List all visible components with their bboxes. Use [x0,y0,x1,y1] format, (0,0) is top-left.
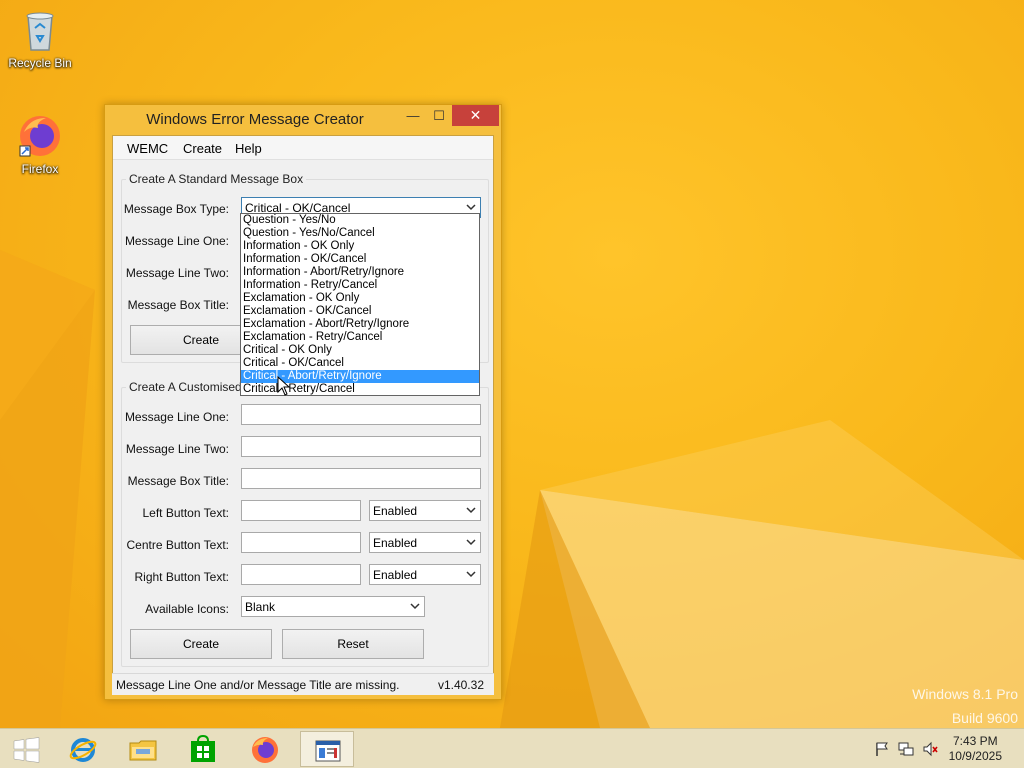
message-box-type-dropdown[interactable]: Question - Yes/No Question - Yes/No/Canc… [240,213,480,396]
window-title: Windows Error Message Creator [146,111,364,128]
status-bar: Message Line One and/or Message Title ar… [112,673,494,695]
custom-create-button[interactable]: Create [130,629,272,659]
clock-date: 10/9/2025 [948,749,1002,763]
firefox-icon [252,737,278,763]
chevron-down-icon [466,571,476,578]
network-icon[interactable] [898,741,914,757]
custom-title-input[interactable] [241,468,481,489]
dropdown-option[interactable]: Exclamation - Abort/Retry/Ignore [241,318,479,331]
maximize-button[interactable]: ☐ [426,105,452,126]
internet-explorer-icon [69,738,97,762]
centre-button-state-select[interactable]: Enabled [369,532,481,553]
menu-create[interactable]: Create [183,141,222,156]
dropdown-option[interactable]: Question - Yes/No [241,214,479,227]
status-message: Message Line One and/or Message Title ar… [116,678,400,692]
std-line-two-label: Message Line Two: [125,266,229,280]
start-button[interactable] [0,731,54,767]
std-line-one-label: Message Line One: [124,234,229,248]
right-button-state-select[interactable]: Enabled [369,564,481,585]
chevron-down-icon [466,539,476,546]
custom-line-two-label: Message Line Two: [125,442,229,456]
dropdown-option[interactable]: Exclamation - OK/Cancel [241,305,479,318]
windows-logo-icon [13,737,40,763]
right-button-label: Right Button Text: [134,570,230,584]
chevron-down-icon [410,603,420,610]
taskbar-file-explorer[interactable] [116,731,170,767]
close-button[interactable]: ✕ [452,105,499,126]
system-clock[interactable]: 7:43 PM 10/9/2025 [949,734,1002,764]
custom-line-one-label: Message Line One: [124,410,229,424]
icons-selected-value: Blank [245,600,276,614]
right-state-value: Enabled [373,568,418,582]
custom-title-label: Message Box Title: [127,474,229,488]
mouse-cursor-icon [277,376,291,396]
wemc-window: Windows Error Message Creator — ☐ ✕ WEMC… [104,104,502,700]
left-state-value: Enabled [373,504,418,518]
dropdown-option[interactable]: Question - Yes/No/Cancel [241,227,479,240]
dropdown-option[interactable]: Critical - OK Only [241,344,479,357]
chevron-down-icon [466,204,476,211]
dropdown-option[interactable]: Exclamation - Retry/Cancel [241,331,479,344]
windows-edition-watermark: Windows 8.1 Pro [912,686,1018,702]
reset-button[interactable]: Reset [282,629,424,659]
taskbar-store[interactable] [176,731,230,767]
taskbar: 7:43 PM 10/9/2025 [0,728,1024,768]
dropdown-option[interactable]: Information - OK Only [241,240,479,253]
version-label: v1.40.32 [437,678,484,692]
custom-group [121,387,489,667]
left-button-text-input[interactable] [241,500,361,521]
left-button-label: Left Button Text: [142,506,229,520]
dropdown-option[interactable]: Information - Abort/Retry/Ignore [241,266,479,279]
dropdown-option[interactable]: Information - OK/Cancel [241,253,479,266]
std-title-label: Message Box Title: [127,298,229,312]
recycle-bin-shortcut[interactable]: Recycle Bin [2,6,78,70]
type-label: Message Box Type: [123,202,229,216]
centre-state-value: Enabled [373,536,418,550]
volume-muted-icon[interactable] [922,741,938,757]
custom-line-one-input[interactable] [241,404,481,425]
dropdown-option[interactable]: Exclamation - OK Only [241,292,479,305]
right-button-text-input[interactable] [241,564,361,585]
action-center-flag-icon[interactable] [874,741,890,757]
recycle-bin-icon [16,6,64,54]
available-icons-label: Available Icons: [145,602,229,616]
menu-help[interactable]: Help [235,141,262,156]
window-titlebar[interactable]: Windows Error Message Creator — ☐ ✕ [105,105,501,135]
store-icon [191,735,215,762]
firefox-shortcut[interactable]: Firefox [2,112,78,176]
dropdown-option[interactable]: Information - Retry/Cancel [241,279,479,292]
folder-icon [129,740,157,761]
taskbar-wemc-app[interactable] [300,731,354,767]
taskbar-firefox[interactable] [238,731,292,767]
custom-line-two-input[interactable] [241,436,481,457]
available-icons-select[interactable]: Blank [241,596,425,617]
centre-button-text-input[interactable] [241,532,361,553]
left-button-state-select[interactable]: Enabled [369,500,481,521]
standard-group-label: Create A Standard Message Box [126,172,307,186]
dropdown-option[interactable]: Critical - OK/Cancel [241,357,479,370]
firefox-icon [16,112,64,160]
chevron-down-icon [466,507,476,514]
wemc-app-icon [315,740,341,762]
recycle-bin-label: Recycle Bin [8,56,72,70]
menu-bar: WEMC Create Help [113,136,493,160]
centre-button-label: Centre Button Text: [126,538,229,552]
firefox-label: Firefox [21,162,59,176]
minimize-button[interactable]: — [400,105,426,126]
clock-time: 7:43 PM [952,734,998,748]
taskbar-internet-explorer[interactable] [56,731,110,767]
menu-wemc[interactable]: WEMC [127,141,168,156]
windows-build-watermark: Build 9600 [951,710,1018,726]
